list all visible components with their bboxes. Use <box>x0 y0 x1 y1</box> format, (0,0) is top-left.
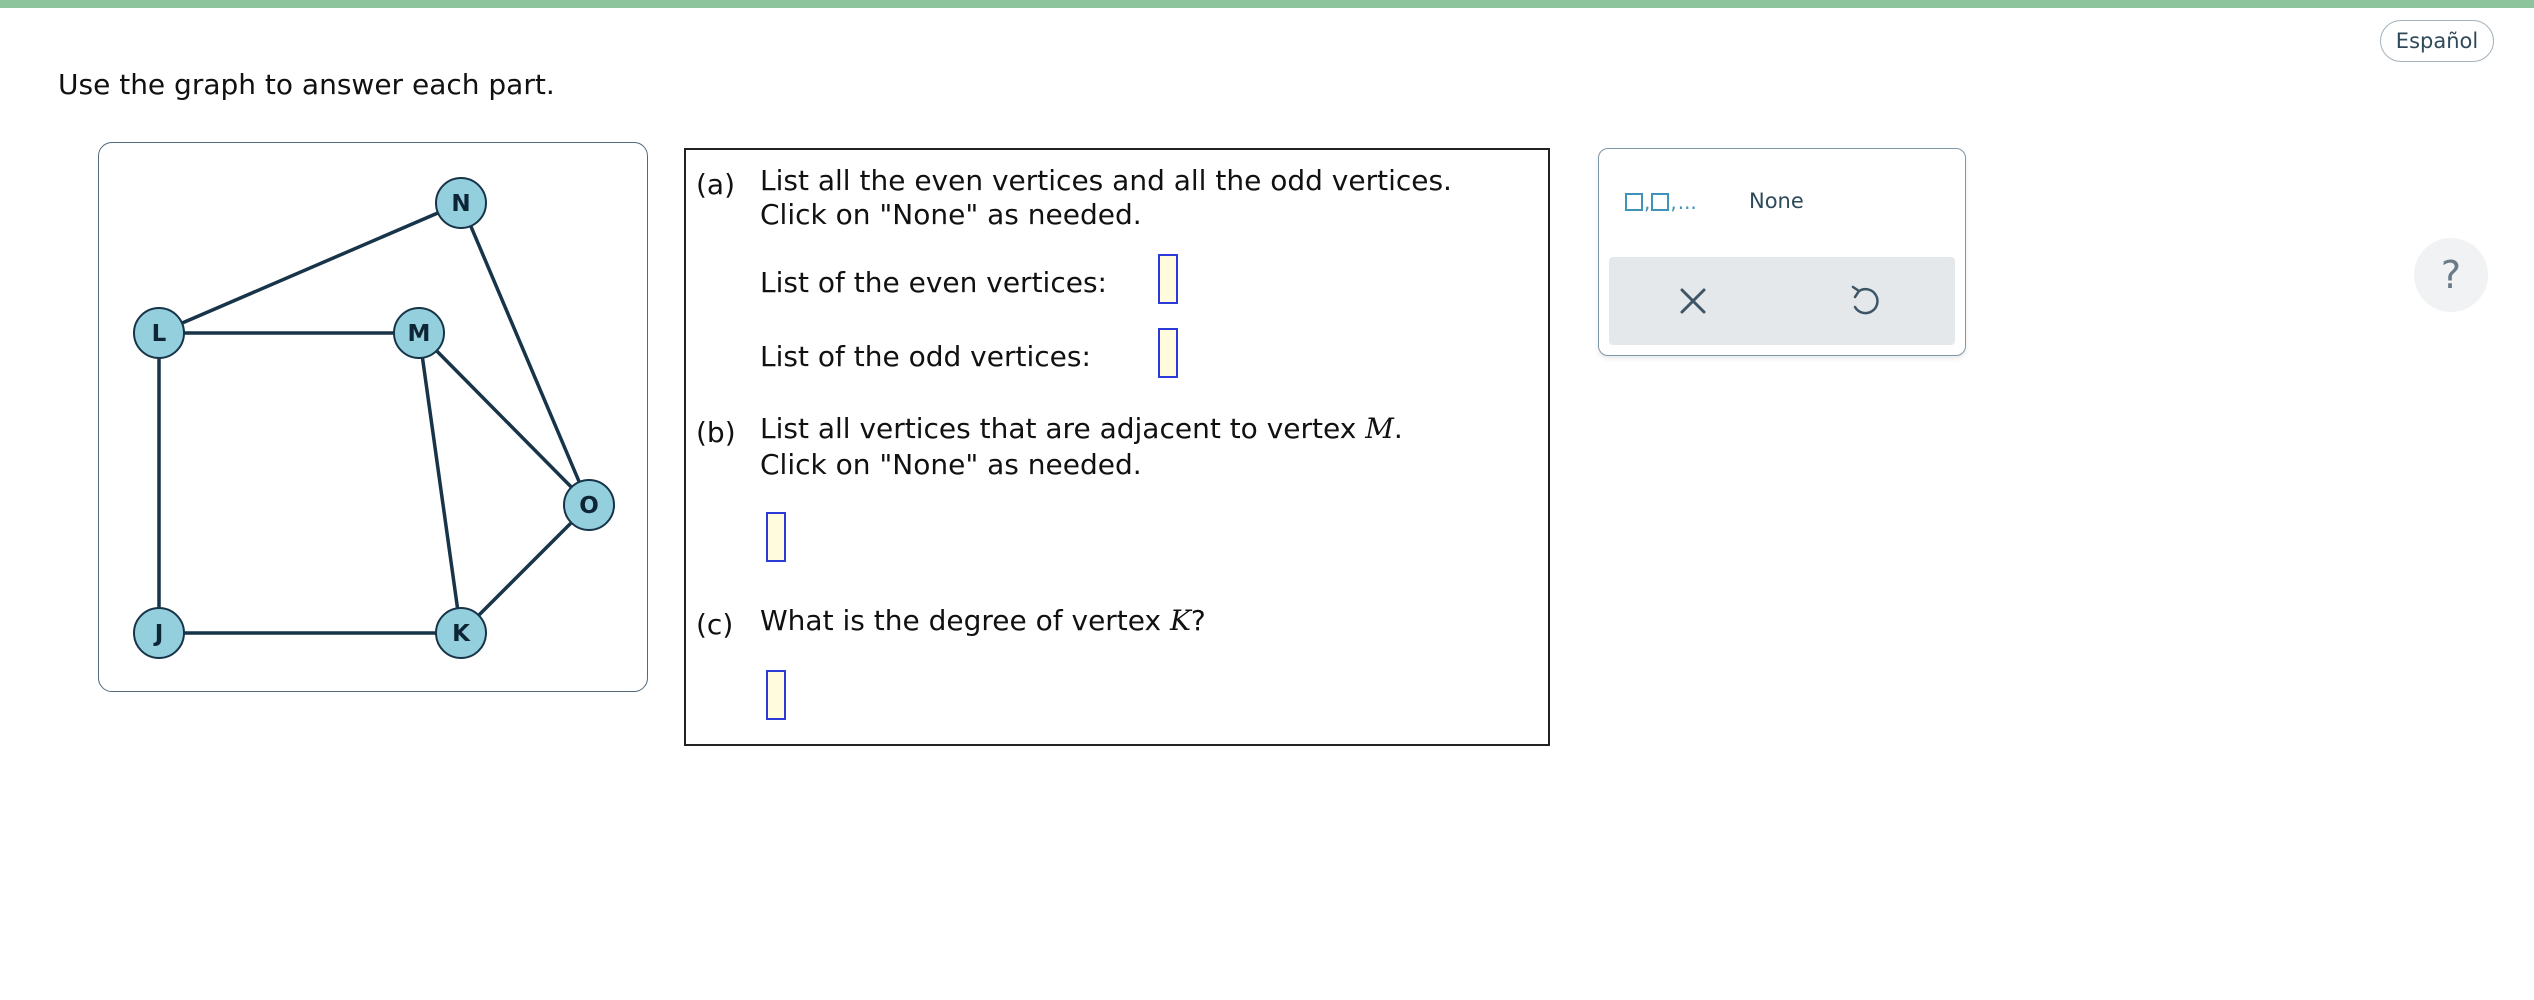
even-vertices-label: List of the even vertices: <box>760 266 1107 299</box>
vertex-k-symbol: K <box>1170 604 1191 637</box>
template-comma: , <box>1670 190 1677 214</box>
list-template-button[interactable]: , , ... <box>1625 187 1701 217</box>
odd-vertices-input[interactable] <box>1158 328 1178 378</box>
problem-prompt: Use the graph to answer each part. <box>58 68 555 101</box>
undo-button[interactable] <box>1841 277 1889 325</box>
vertex-label-l: L <box>152 321 167 347</box>
template-box-2 <box>1651 193 1670 211</box>
list-template-icon: , , ... <box>1625 190 1697 214</box>
question-panel: (a) List all the even vertices and all t… <box>684 148 1550 746</box>
graph-panel: N L M O J K <box>98 142 648 692</box>
template-box-1 <box>1625 193 1643 211</box>
none-button[interactable]: None <box>1745 187 1808 215</box>
language-toggle-button[interactable]: Español <box>2380 20 2494 62</box>
undo-icon <box>1851 285 1879 315</box>
graph-diagram: N L M O J K <box>133 177 615 659</box>
part-b-instruction: List all vertices that are adjacent to v… <box>760 412 1403 445</box>
edge-M-K <box>417 332 463 634</box>
close-icon <box>1680 288 1706 314</box>
part-b-marker: (b) <box>696 416 736 449</box>
vertex-label-o: O <box>579 493 599 519</box>
edge-M-O <box>417 331 591 507</box>
degree-input[interactable] <box>766 670 786 720</box>
adjacent-vertices-input[interactable] <box>766 512 786 562</box>
template-comma: , <box>1644 190 1651 214</box>
part-b-instruction-2: Click on "None" as needed. <box>760 448 1142 481</box>
odd-vertices-label: List of the odd vertices: <box>760 340 1091 373</box>
toolbox-footer <box>1609 257 1955 345</box>
vertex-label-j: J <box>153 621 164 647</box>
part-c-marker: (c) <box>696 608 734 641</box>
edge-N-O <box>459 202 591 506</box>
edge-K-O <box>459 503 591 635</box>
answer-toolbox: , , ... None <box>1598 148 1966 356</box>
even-vertices-input[interactable] <box>1158 254 1178 304</box>
part-c-instruction: What is the degree of vertex K? <box>760 604 1206 637</box>
part-a-instruction-2: Click on "None" as needed. <box>760 198 1142 231</box>
clear-button[interactable] <box>1669 277 1717 325</box>
template-ellipsis: ... <box>1677 190 1697 214</box>
help-button[interactable]: ? <box>2414 238 2488 312</box>
vertex-label-n: N <box>451 191 470 217</box>
vertex-m-symbol: M <box>1365 412 1394 445</box>
top-accent-bar <box>0 0 2534 8</box>
vertex-label-k: K <box>452 621 471 647</box>
part-a-marker: (a) <box>696 168 736 201</box>
vertex-label-m: M <box>408 321 431 347</box>
part-a-instruction: List all the even vertices and all the o… <box>760 164 1452 197</box>
